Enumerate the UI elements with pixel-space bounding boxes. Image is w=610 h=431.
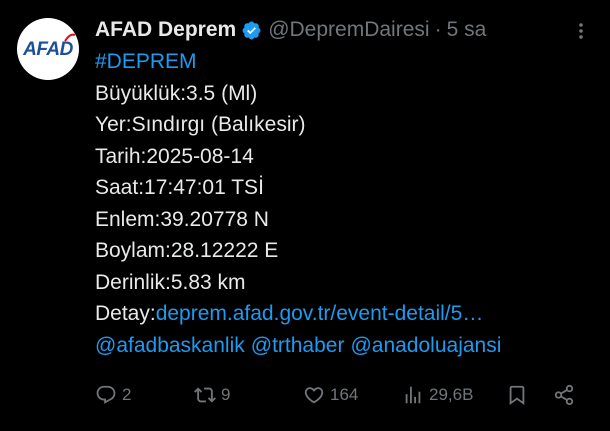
display-name[interactable]: AFAD Deprem <box>95 18 236 42</box>
repost-icon <box>194 387 216 403</box>
hashtag-link[interactable]: #DEPREM <box>95 46 598 78</box>
afad-logo: AFAD <box>23 33 76 59</box>
reply-icon <box>96 385 116 404</box>
latitude-line: Enlem:39.20778 N <box>95 207 269 231</box>
share-icon <box>554 384 574 406</box>
avatar[interactable]: AFAD <box>17 18 79 80</box>
dot-separator: · <box>434 18 442 41</box>
action-bar: 2 9 164 29,6B <box>95 380 585 410</box>
heart-icon <box>304 387 324 404</box>
timestamp[interactable]: 5 sa <box>447 18 487 42</box>
mentions-line: @afadbaskanlik @trthaber @anadoluajansi <box>95 330 598 362</box>
detail-line: Detay:deprem.afad.gov.tr/event-detail/5… <box>95 298 598 330</box>
location-line: Yer:Sındırgı (Balıkesir) <box>95 113 306 136</box>
longitude-line: Boylam:28.12222 E <box>95 239 279 262</box>
date-line: Tarih:2025-08-14 <box>95 144 254 168</box>
mention-trthaber[interactable]: @trthaber <box>251 334 345 357</box>
tweet-header: AFAD Deprem @DepremDairesi · 5 sa <box>95 14 590 46</box>
repost-count: 9 <box>221 385 231 404</box>
bookmark-button[interactable] <box>506 380 528 410</box>
tweet-text: #DEPREM Büyüklük:3.5 (Ml) Yer:Sındırgı (… <box>95 46 598 361</box>
detail-label: Detay: <box>95 302 156 325</box>
repost-button[interactable]: 9 <box>194 380 230 410</box>
bookmark-icon <box>509 385 525 406</box>
reply-count: 2 <box>122 385 132 404</box>
views-button[interactable]: 29,6B <box>402 380 473 410</box>
handle[interactable]: @DepremDairesi <box>268 18 429 42</box>
mention-afadbaskanlik[interactable]: @afadbaskanlik <box>95 334 245 357</box>
more-vertical-icon[interactable] <box>578 22 584 40</box>
reply-button[interactable]: 2 <box>95 380 131 410</box>
detail-link[interactable]: deprem.afad.gov.tr/event-detail/5… <box>156 302 484 325</box>
verified-badge-icon[interactable] <box>241 20 262 41</box>
mention-anadoluajansi[interactable]: @anadoluajansi <box>350 334 501 357</box>
share-button[interactable] <box>553 380 575 410</box>
time-line: Saat:17:47:01 TSİ <box>95 176 264 199</box>
views-chart-icon <box>405 386 421 404</box>
logo-swoosh-icon <box>64 33 76 42</box>
like-count: 164 <box>330 385 359 404</box>
like-button[interactable]: 164 <box>303 380 358 410</box>
magnitude-line: Büyüklük:3.5 (Ml) <box>95 81 258 105</box>
views-count: 29,6B <box>429 385 474 404</box>
depth-line: Derinlik:5.83 km <box>95 270 246 294</box>
